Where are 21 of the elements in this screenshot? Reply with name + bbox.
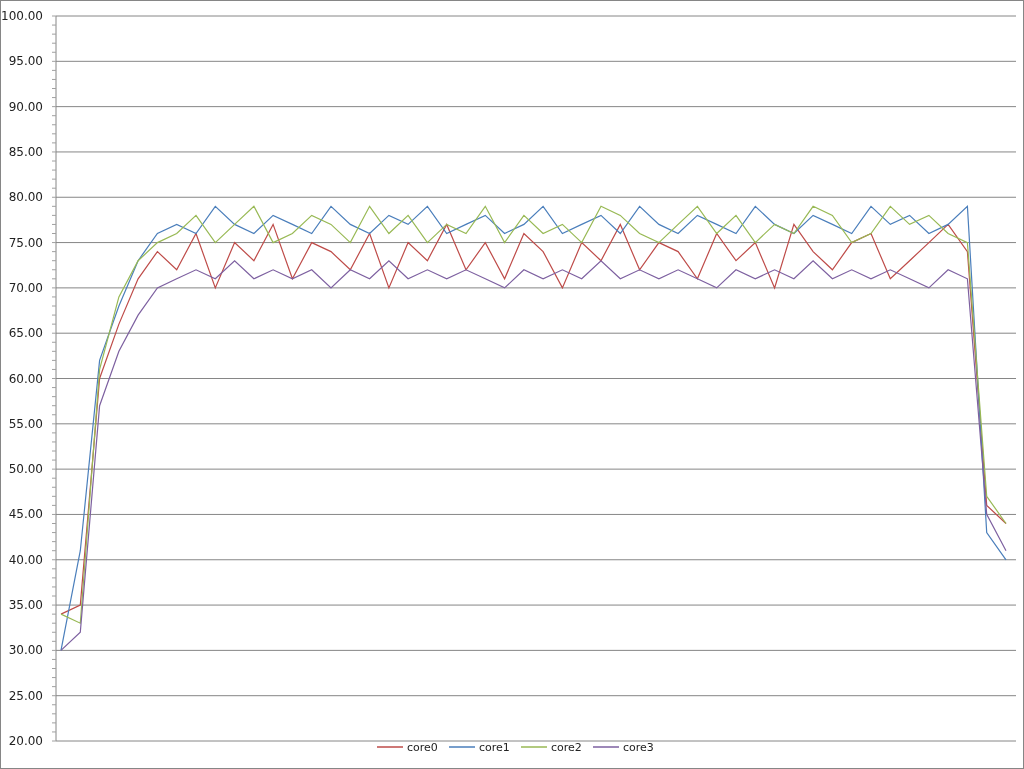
legend-label: core1	[479, 741, 510, 754]
axis-tick-label: 60.00	[8, 371, 43, 386]
legend-label: core0	[407, 741, 438, 754]
legend-label: core3	[623, 741, 654, 754]
axis-tick-label: 55.00	[8, 416, 43, 431]
axis-tick-label: 45.00	[8, 507, 43, 522]
axis-tick-label: 30.00	[8, 643, 43, 658]
axis-tick-label: 20.00	[8, 734, 43, 748]
axis-tick-label: 85.00	[8, 144, 43, 159]
legend-label: core2	[551, 741, 582, 754]
axis-tick-label: 35.00	[8, 598, 43, 613]
axis-tick-label: 40.00	[8, 552, 43, 567]
axis-tick-label: 65.00	[8, 326, 43, 341]
axis-tick-label: 25.00	[8, 688, 43, 703]
axis-tick-label: 70.00	[8, 280, 43, 295]
axis-tick-label: 100.00	[1, 9, 43, 23]
axis-tick-label: 50.00	[8, 462, 43, 477]
axis-tick-label: 95.00	[8, 54, 43, 69]
axis-tick-label: 90.00	[8, 99, 43, 114]
axis-tick-label: 75.00	[8, 235, 43, 250]
axis-tick-label: 80.00	[8, 190, 43, 205]
